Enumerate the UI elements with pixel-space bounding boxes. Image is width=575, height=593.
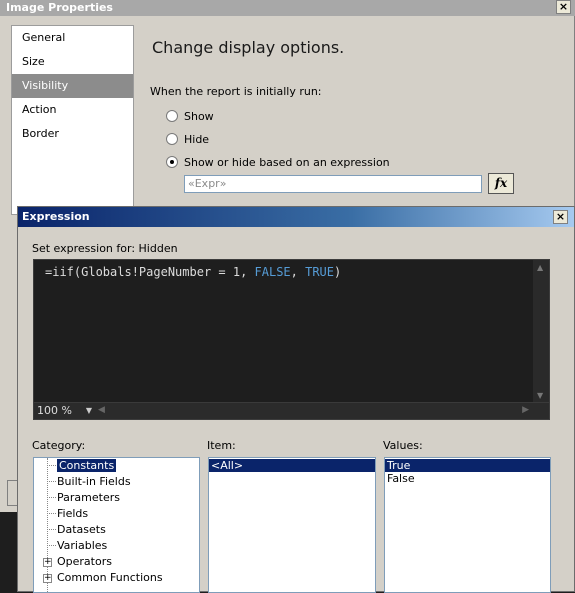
radio-hide[interactable]: Hide: [166, 131, 209, 147]
scroll-right-icon[interactable]: ▶: [522, 405, 529, 415]
category-item-fields[interactable]: Fields: [34, 506, 199, 522]
radio-expression[interactable]: Show or hide based on an expression: [166, 154, 390, 170]
category-item-parameters[interactable]: Parameters: [34, 490, 199, 506]
category-item-constants[interactable]: Constants: [34, 458, 199, 474]
radio-button[interactable]: [166, 110, 178, 122]
properties-title: Image Properties: [6, 1, 113, 14]
item-label: Item:: [207, 439, 236, 452]
nav-item-general[interactable]: General: [12, 26, 133, 50]
category-tree[interactable]: Constants Built-in Fields Parameters Fie…: [33, 457, 200, 593]
scroll-left-icon[interactable]: ◀: [98, 405, 105, 415]
item-list[interactable]: <All>: [208, 457, 376, 593]
expression-editor[interactable]: =iif(Globals!PageNumber = 1, FALSE, TRUE…: [33, 259, 550, 420]
list-item-true[interactable]: True: [385, 459, 550, 472]
chevron-down-icon: ▼: [85, 406, 92, 415]
properties-nav: General Size Visibility Action Border: [11, 25, 134, 215]
category-label: Category:: [32, 439, 86, 452]
visibility-prompt: When the report is initially run:: [150, 85, 322, 98]
properties-title-bar: Image Properties: [0, 0, 575, 16]
properties-close-button[interactable]: ×: [556, 0, 571, 14]
editor-vertical-scrollbar[interactable]: ▲ ▼: [533, 260, 549, 403]
fx-button[interactable]: fx: [488, 173, 514, 194]
expression-title: Expression: [22, 210, 90, 223]
radio-button[interactable]: [166, 133, 178, 145]
category-item-built-in-fields[interactable]: Built-in Fields: [34, 474, 199, 490]
nav-item-size[interactable]: Size: [12, 50, 133, 74]
category-item-datasets[interactable]: Datasets: [34, 522, 199, 538]
radio-label: Hide: [184, 132, 210, 146]
editor-footer: 100 % ▼ ◀ ▶: [34, 402, 549, 419]
zoom-dropdown[interactable]: 100 % ▼: [34, 403, 94, 419]
close-icon: ×: [555, 210, 566, 223]
list-item-false[interactable]: False: [385, 472, 550, 485]
fx-icon: fx: [494, 176, 508, 190]
values-label: Values:: [383, 439, 423, 452]
values-list[interactable]: True False: [384, 457, 551, 593]
expand-plus-icon[interactable]: +: [43, 574, 52, 583]
page-heading: Change display options.: [152, 38, 345, 57]
scroll-up-icon[interactable]: ▲: [537, 263, 543, 272]
nav-item-visibility[interactable]: Visibility: [12, 74, 133, 98]
zoom-value: 100 %: [37, 404, 72, 417]
category-item-variables[interactable]: Variables: [34, 538, 199, 554]
category-item-common-functions[interactable]: + Common Functions: [34, 570, 199, 586]
expression-title-bar: Expression: [18, 207, 574, 227]
expression-dialog: Expression × Set expression for: Hidden …: [17, 206, 575, 593]
radio-label: Show: [184, 109, 214, 123]
code-line[interactable]: =iif(Globals!PageNumber = 1, FALSE, TRUE…: [45, 265, 341, 279]
radio-show[interactable]: Show: [166, 108, 214, 124]
expression-input[interactable]: «Expr»: [184, 175, 482, 193]
scroll-down-icon[interactable]: ▼: [537, 391, 543, 400]
set-expression-label: Set expression for: Hidden: [32, 242, 178, 255]
radio-label: Show or hide based on an expression: [184, 155, 390, 169]
close-icon: ×: [558, 0, 569, 13]
keyword-false: FALSE: [254, 265, 291, 279]
nav-item-border[interactable]: Border: [12, 122, 133, 146]
expand-plus-icon[interactable]: +: [43, 558, 52, 567]
category-item-operators[interactable]: + Operators: [34, 554, 199, 570]
expression-close-button[interactable]: ×: [553, 210, 568, 224]
radio-button[interactable]: [166, 156, 178, 168]
keyword-true: TRUE: [305, 265, 334, 279]
list-item-all[interactable]: <All>: [209, 459, 375, 472]
nav-item-action[interactable]: Action: [12, 98, 133, 122]
